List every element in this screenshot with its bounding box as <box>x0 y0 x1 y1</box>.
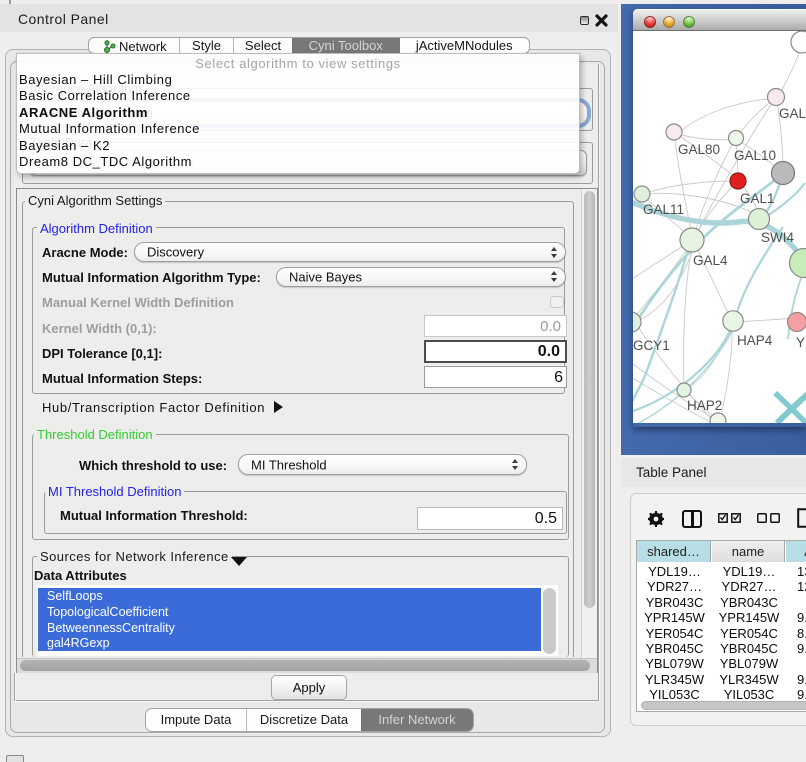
svg-text:GAL80: GAL80 <box>678 142 720 157</box>
svg-text:SWI4: SWI4 <box>761 230 794 245</box>
svg-text:Y: Y <box>796 335 805 350</box>
svg-text:GAL10: GAL10 <box>734 148 776 163</box>
svg-text:GAL4: GAL4 <box>693 253 728 268</box>
svg-text:GAL: GAL <box>779 106 806 121</box>
svg-text:GAL11: GAL11 <box>643 202 684 217</box>
svg-text:GAL1: GAL1 <box>740 191 775 206</box>
svg-text:HAP2: HAP2 <box>687 398 722 413</box>
svg-text:GCY1: GCY1 <box>633 338 670 353</box>
svg-text:HAP4: HAP4 <box>737 333 773 348</box>
